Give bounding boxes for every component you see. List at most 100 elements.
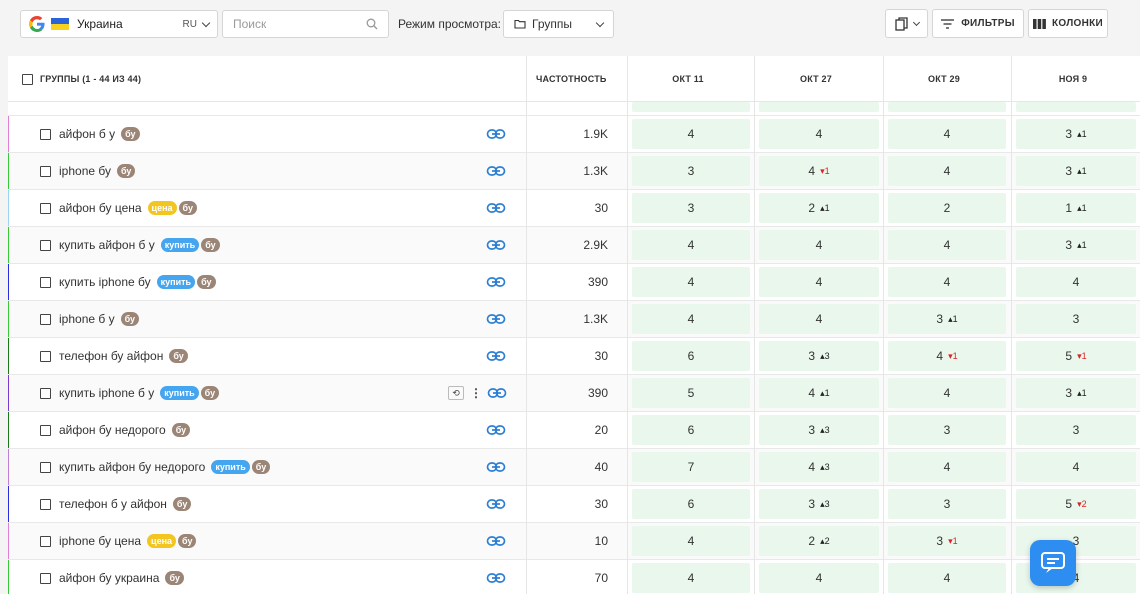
- position-cell[interactable]: 3 ▴1: [1016, 378, 1136, 408]
- link-icon[interactable]: [486, 349, 506, 363]
- position-cell[interactable]: 4: [632, 230, 750, 260]
- position-cell[interactable]: 3: [632, 193, 750, 223]
- position-cell[interactable]: 3 ▴3: [759, 415, 879, 445]
- tag-cena[interactable]: цена: [147, 534, 177, 548]
- frequency-header[interactable]: ЧАСТОТНОСТЬ: [536, 56, 607, 102]
- table-row[interactable]: купить iphone б у купить бу ⟲ ⋮ 390 5 4 ▴1 4 3 ▴…: [8, 375, 1140, 412]
- position-cell[interactable]: 5: [632, 378, 750, 408]
- tag-bu[interactable]: бу: [116, 164, 136, 178]
- chat-widget-button[interactable]: [1030, 540, 1076, 586]
- table-row[interactable]: iphone бу бу 1.3K 3 4 ▾1 4 3 ▴1: [8, 153, 1140, 190]
- position-cell[interactable]: 1 ▴1: [1016, 193, 1136, 223]
- position-cell[interactable]: 4: [759, 230, 879, 260]
- row-checkbox[interactable]: [40, 202, 51, 214]
- row-checkbox[interactable]: [40, 313, 51, 325]
- position-cell[interactable]: 6: [632, 489, 750, 519]
- position-cell[interactable]: 3 ▴3: [759, 489, 879, 519]
- table-row[interactable]: айфон бу украина бу 70 4444: [8, 560, 1140, 594]
- table-row[interactable]: купить айфон б у купить бу 2.9K 4 4 4 3 ▴1: [8, 227, 1140, 264]
- position-cell[interactable]: 2 ▴2: [759, 526, 879, 556]
- row-checkbox[interactable]: [40, 350, 51, 362]
- link-icon[interactable]: [486, 497, 506, 511]
- table-row[interactable]: iphone б у бу 1.3K 4 4 3 ▴1 3: [8, 301, 1140, 338]
- history-icon[interactable]: ⟲: [448, 386, 464, 400]
- position-cell[interactable]: 7: [632, 452, 750, 482]
- position-cell[interactable]: 4: [632, 563, 750, 593]
- position-cell[interactable]: 4: [888, 378, 1006, 408]
- position-cell[interactable]: 5 ▾2: [1016, 489, 1136, 519]
- row-checkbox[interactable]: [40, 572, 51, 584]
- position-cell[interactable]: 2: [888, 193, 1006, 223]
- select-all-checkbox[interactable]: [22, 73, 33, 85]
- date-header-0[interactable]: ОКТ 11: [628, 56, 748, 102]
- row-checkbox[interactable]: [40, 461, 51, 473]
- link-icon[interactable]: [486, 534, 506, 548]
- tag-bu[interactable]: бу: [251, 460, 271, 474]
- tag-bu[interactable]: бу: [171, 423, 191, 437]
- table-row[interactable]: телефон б у айфон бу 30 6 3 ▴3 3 5 ▾2: [8, 486, 1140, 523]
- table-row[interactable]: купить айфон бу недорого купить бу 40 7 4 ▴3…: [8, 449, 1140, 486]
- table-row[interactable]: айфон бу недорого бу 20 6 3 ▴3 3 3: [8, 412, 1140, 449]
- link-icon[interactable]: [486, 312, 506, 326]
- row-checkbox[interactable]: [40, 498, 51, 510]
- position-cell[interactable]: 3: [1016, 304, 1136, 334]
- position-cell[interactable]: 4: [888, 452, 1006, 482]
- link-icon[interactable]: [486, 275, 506, 289]
- region-selector[interactable]: Украина RU: [20, 10, 218, 38]
- position-cell[interactable]: 3 ▴1: [1016, 119, 1136, 149]
- position-cell[interactable]: 4: [1016, 267, 1136, 297]
- search-box[interactable]: [222, 10, 389, 38]
- table-row[interactable]: айфон бу цена цена бу 30 3 2 ▴1 2 1 ▴1: [8, 190, 1140, 227]
- position-cell[interactable]: 3 ▾1: [888, 526, 1006, 556]
- tag-kupit[interactable]: купить: [160, 386, 199, 400]
- search-input[interactable]: [233, 17, 366, 31]
- table-row[interactable]: iphone бу цена цена бу 10 4 2 ▴2 3 ▾1 3: [8, 523, 1140, 560]
- position-cell[interactable]: 4 ▴1: [759, 378, 879, 408]
- tag-cena[interactable]: цена: [147, 201, 177, 215]
- position-cell[interactable]: 3 ▴1: [888, 304, 1006, 334]
- tag-kupit[interactable]: купить: [160, 238, 200, 252]
- tag-bu[interactable]: бу: [178, 534, 197, 548]
- position-cell[interactable]: 3 ▴1: [1016, 230, 1136, 260]
- link-icon[interactable]: [486, 201, 506, 215]
- row-checkbox[interactable]: [40, 535, 51, 547]
- position-cell[interactable]: 4: [888, 563, 1006, 593]
- position-cell[interactable]: 4: [888, 119, 1006, 149]
- date-header-3[interactable]: НОЯ 9: [1012, 56, 1134, 102]
- link-icon[interactable]: [487, 386, 507, 400]
- position-cell[interactable]: 3 ▴1: [1016, 156, 1136, 186]
- position-cell[interactable]: 4: [888, 267, 1006, 297]
- position-cell[interactable]: 4: [1016, 452, 1136, 482]
- position-cell[interactable]: 4: [632, 119, 750, 149]
- position-cell[interactable]: 4: [759, 563, 879, 593]
- copy-button[interactable]: [885, 9, 928, 38]
- table-row[interactable]: телефон бу айфон бу 30 6 3 ▴3 4 ▾1 5 ▾1: [8, 338, 1140, 375]
- tag-bu[interactable]: бу: [197, 275, 216, 289]
- position-cell[interactable]: 4: [759, 304, 879, 334]
- position-cell[interactable]: 6: [632, 341, 750, 371]
- tag-bu[interactable]: бу: [121, 127, 140, 141]
- tag-bu[interactable]: бу: [165, 571, 184, 585]
- position-cell[interactable]: 4: [759, 119, 879, 149]
- position-cell[interactable]: 4: [759, 267, 879, 297]
- position-cell[interactable]: 4: [632, 526, 750, 556]
- position-cell[interactable]: 3: [632, 156, 750, 186]
- position-cell[interactable]: 3: [888, 489, 1006, 519]
- position-cell[interactable]: 4 ▾1: [759, 156, 879, 186]
- view-mode-select[interactable]: Группы: [503, 10, 614, 38]
- link-icon[interactable]: [486, 460, 506, 474]
- position-cell[interactable]: 2 ▴1: [759, 193, 879, 223]
- link-icon[interactable]: [486, 127, 506, 141]
- table-row[interactable]: купить iphone бу купить бу 390 4 4 4 4: [8, 264, 1140, 301]
- position-cell[interactable]: 4: [888, 230, 1006, 260]
- link-icon[interactable]: [486, 571, 506, 585]
- tag-bu[interactable]: бу: [201, 238, 220, 252]
- link-icon[interactable]: [486, 164, 506, 178]
- position-cell[interactable]: 3 ▴3: [759, 341, 879, 371]
- table-row[interactable]: айфон б у бу 1.9K 4 4 4 3 ▴1: [8, 116, 1140, 153]
- date-header-2[interactable]: ОКТ 29: [884, 56, 1004, 102]
- columns-button[interactable]: КОЛОНКИ: [1028, 9, 1108, 38]
- position-cell[interactable]: 5 ▾1: [1016, 341, 1136, 371]
- filters-button[interactable]: ФИЛЬТРЫ: [932, 9, 1024, 38]
- tag-bu[interactable]: бу: [169, 349, 188, 363]
